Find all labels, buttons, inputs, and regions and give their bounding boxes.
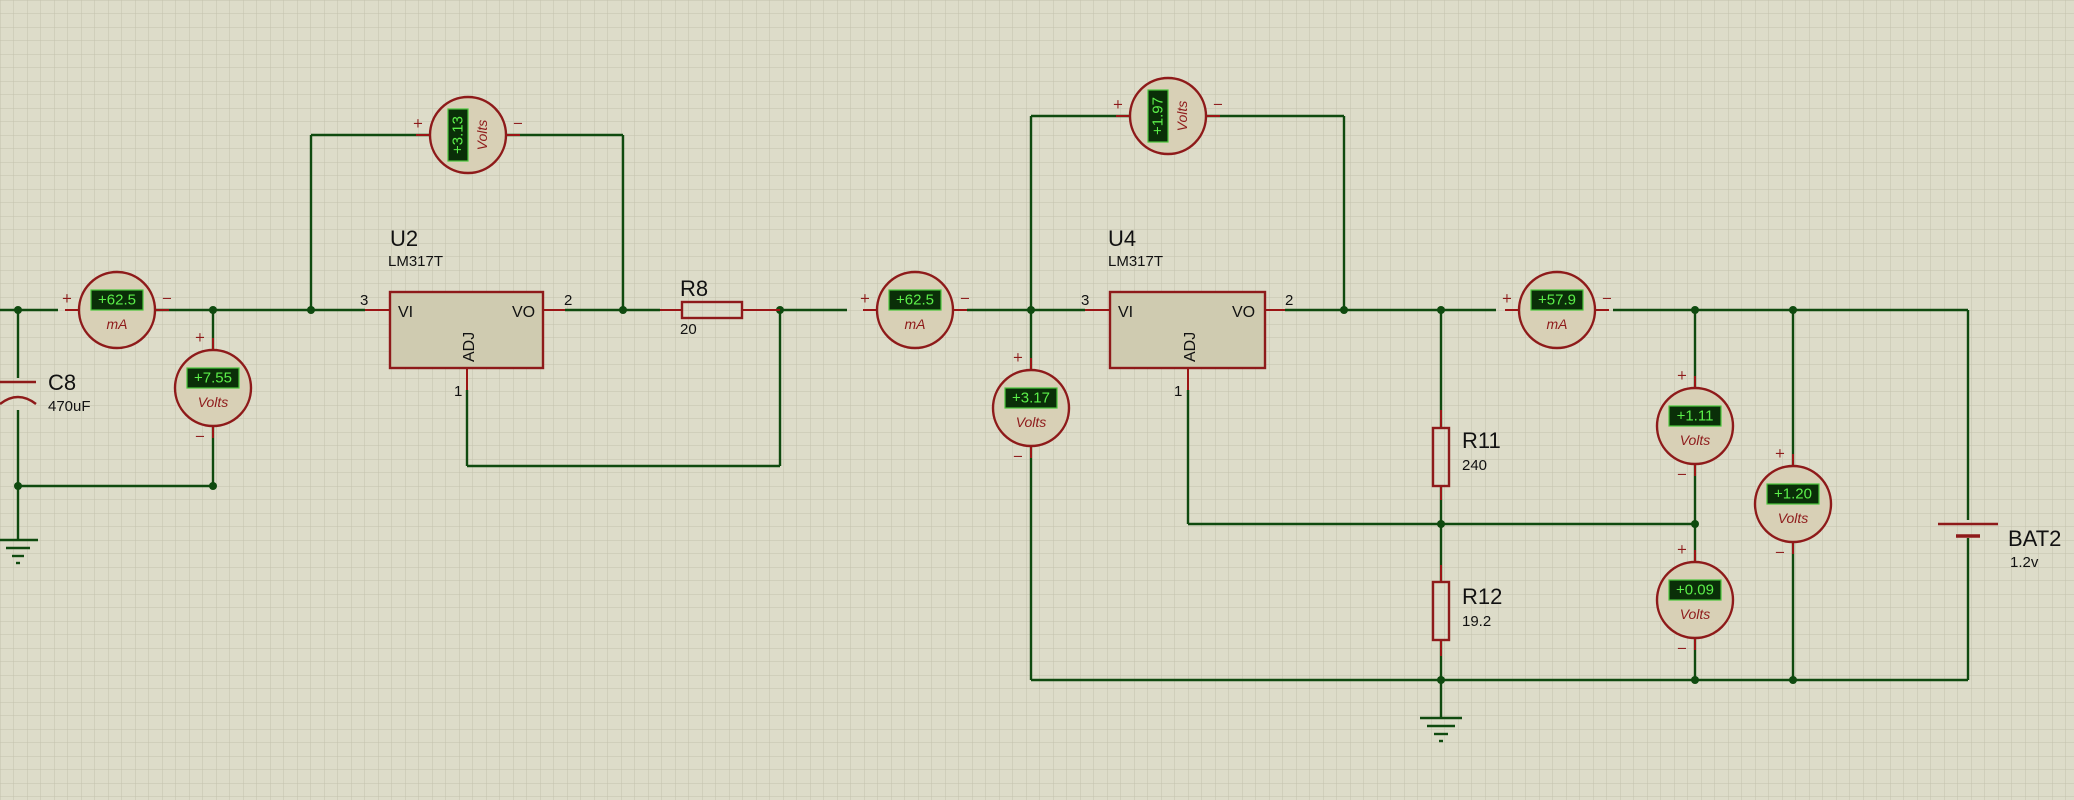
c8-ref-label: C8 <box>48 370 76 395</box>
u4-pin-1: 1 <box>1174 383 1182 400</box>
polarity-plus: + <box>1677 543 1688 558</box>
meter-unit-label: Volts <box>1680 432 1711 448</box>
junction-dot <box>1789 676 1797 684</box>
meter-reading: +1.20 <box>1774 486 1812 503</box>
polarity-minus: − <box>1677 642 1688 657</box>
meter-unit-label: Volts <box>1174 101 1190 132</box>
bat2-value-label: 1.2v <box>2010 554 2039 571</box>
meter-unit-label: Volts <box>1016 414 1047 430</box>
meter-unit-label: Volts <box>198 394 229 410</box>
meter-reading: +1.97 <box>1150 97 1167 135</box>
r12-ref-label: R12 <box>1462 584 1502 609</box>
polarity-plus: + <box>1013 351 1024 366</box>
junction-dot <box>1340 306 1348 314</box>
polarity-plus: + <box>1113 98 1124 113</box>
polarity-minus: − <box>195 430 206 445</box>
meter-reading: +1.11 <box>1677 408 1714 425</box>
meter-unit-label: Volts <box>1778 510 1809 526</box>
u2-vo-label: VO <box>512 304 535 321</box>
junction-dot <box>1437 520 1445 528</box>
polarity-minus: − <box>1013 450 1024 465</box>
polarity-plus: + <box>195 331 206 346</box>
bat2-ref-label: BAT2 <box>2008 526 2061 551</box>
meter-reading: +0.09 <box>1676 582 1714 599</box>
meter-reading: +62.5 <box>896 292 934 309</box>
junction-dot <box>1437 676 1445 684</box>
polarity-minus: − <box>1677 468 1688 483</box>
u2-pin-1: 1 <box>454 383 462 400</box>
junction-dot <box>307 306 315 314</box>
junction-dot <box>1437 306 1445 314</box>
u4-part-label: LM317T <box>1108 253 1163 270</box>
meter-reading: +57.9 <box>1538 292 1576 309</box>
polarity-plus: + <box>1775 447 1786 462</box>
junction-dot <box>14 306 22 314</box>
meter-unit-label: Volts <box>474 120 490 151</box>
u4-pin-3: 3 <box>1081 292 1089 309</box>
polarity-plus: + <box>1677 369 1688 384</box>
junction-dot <box>1027 306 1035 314</box>
meter-reading: +7.55 <box>194 370 232 387</box>
u2-adj-label: ADJ <box>461 332 478 362</box>
u4-pin-2: 2 <box>1285 292 1293 309</box>
c8-value-label: 470uF <box>48 398 91 415</box>
u2-part-label: LM317T <box>388 253 443 270</box>
junction-dot <box>1691 676 1699 684</box>
meter-unit-label: mA <box>905 316 926 332</box>
junction-dot <box>14 482 22 490</box>
u2-vi-label: VI <box>398 304 413 321</box>
u4-vo-label: VO <box>1232 304 1255 321</box>
polarity-minus: − <box>960 292 971 307</box>
polarity-plus: + <box>1502 292 1513 307</box>
polarity-minus: − <box>1775 546 1786 561</box>
u2-pin-3: 3 <box>360 292 368 309</box>
polarity-minus: − <box>513 117 524 132</box>
junction-dot <box>209 306 217 314</box>
junction-dot <box>1691 306 1699 314</box>
r12-value-label: 19.2 <box>1462 613 1491 630</box>
schematic-canvas: C8 470uF U2 LM317T VI VO ADJ 3 2 1 R8 20… <box>0 0 2074 800</box>
junction-dot <box>619 306 627 314</box>
r11-ref-label: R11 <box>1462 428 1501 453</box>
r8-ref-label: R8 <box>680 276 708 301</box>
polarity-minus: − <box>162 292 173 307</box>
meter-reading: +3.17 <box>1012 390 1050 407</box>
meter-unit-label: Volts <box>1680 606 1711 622</box>
u2-pin-2: 2 <box>564 292 572 309</box>
u4-vi-label: VI <box>1118 304 1133 321</box>
meter-reading: +3.13 <box>450 116 467 154</box>
polarity-minus: − <box>1602 292 1613 307</box>
polarity-plus: + <box>413 117 424 132</box>
polarity-plus: + <box>62 292 73 307</box>
r8-value-label: 20 <box>680 321 697 338</box>
junction-dot <box>209 482 217 490</box>
polarity-minus: − <box>1213 98 1224 113</box>
polarity-plus: + <box>860 292 871 307</box>
junction-dot <box>1691 520 1699 528</box>
meter-unit-label: mA <box>107 316 128 332</box>
u4-adj-label: ADJ <box>1182 332 1199 362</box>
u2-ref-label: U2 <box>390 226 418 251</box>
meter-unit-label: mA <box>1547 316 1568 332</box>
u4-ref-label: U4 <box>1108 226 1136 251</box>
meter-reading: +62.5 <box>98 292 136 309</box>
r11-value-label: 240 <box>1462 457 1487 474</box>
junction-dot <box>1789 306 1797 314</box>
